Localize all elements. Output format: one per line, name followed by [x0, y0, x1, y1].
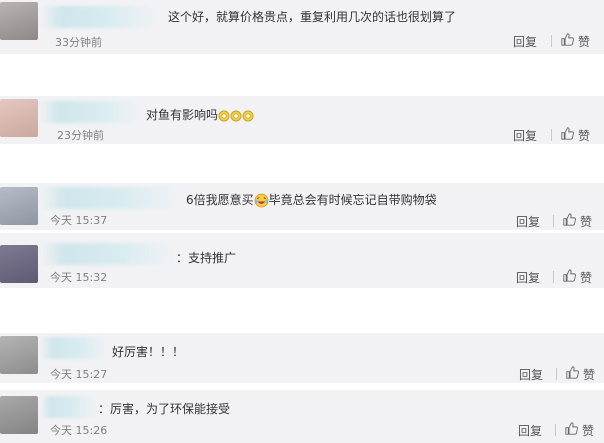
reply-button[interactable]: 回复	[513, 127, 537, 144]
comment-time: 23分钟前	[57, 129, 104, 142]
comment-text: ：厉害，为了环保能接受	[98, 402, 231, 416]
comment-item: ：支持推广 今天 15:32 回复 赞	[0, 233, 604, 288]
comment-text-before: 6倍我愿意买	[186, 193, 254, 207]
like-button[interactable]: 赞	[580, 213, 592, 230]
divider	[553, 271, 554, 283]
comment-item: 好厉害！！！ 今天 15:27 回复 赞	[0, 333, 604, 383]
avatar[interactable]	[0, 99, 38, 137]
reply-button[interactable]: 回复	[513, 33, 537, 50]
comment-time: 今天 15:32	[50, 271, 108, 284]
comment-time: 今天 15:26	[50, 424, 108, 437]
comment-item: ：厉害，为了环保能接受 今天 15:26 回复 赞	[0, 390, 604, 443]
thumbs-up-icon[interactable]	[566, 366, 579, 379]
avatar[interactable]	[0, 245, 38, 283]
comment-item: 对鱼有影响吗 23分钟前 回复 赞	[0, 96, 604, 144]
reply-button[interactable]: 回复	[516, 269, 540, 286]
divider	[556, 368, 557, 380]
thumbs-up-icon[interactable]	[563, 213, 576, 226]
comment-text: ：支持推广	[176, 251, 237, 265]
reply-button[interactable]: 回复	[516, 213, 540, 230]
reply-button[interactable]: 回复	[518, 422, 542, 439]
username-blurred[interactable]	[40, 187, 180, 209]
divider	[551, 35, 552, 47]
comment-time: 今天 15:37	[50, 214, 108, 227]
username-blurred[interactable]	[40, 337, 108, 359]
username-blurred[interactable]	[40, 396, 96, 418]
comment-item: 这个好，就算价格贵点，重复利用几次的话也很划算了 33分钟前 回复 赞	[0, 0, 604, 54]
divider	[555, 424, 556, 436]
thumbs-up-icon[interactable]	[565, 422, 578, 435]
like-button[interactable]: 赞	[582, 422, 594, 439]
comment-text: 好厉害！！！	[112, 345, 185, 359]
divider	[553, 215, 554, 227]
comment-text: 6倍我愿意买 毕竟总会有时候忘记自带购物袋	[186, 191, 437, 208]
comment-item: 6倍我愿意买 毕竟总会有时候忘记自带购物袋 今天 15:37 回复 赞	[0, 183, 604, 230]
avatar[interactable]	[0, 2, 38, 40]
comment-text-content: 对鱼有影响吗	[146, 108, 219, 122]
comment-text: 对鱼有影响吗	[146, 106, 254, 123]
thumbs-up-icon[interactable]	[563, 269, 576, 282]
comment-text-after: 毕竟总会有时候忘记自带购物袋	[268, 193, 437, 207]
like-button[interactable]: 赞	[583, 366, 595, 383]
ok-hands-emoji-icon	[218, 110, 254, 121]
avatar[interactable]	[0, 187, 38, 225]
thumbs-up-icon[interactable]	[561, 127, 574, 140]
laughing-tears-emoji-icon	[254, 193, 269, 208]
reply-button[interactable]: 回复	[519, 366, 543, 383]
like-button[interactable]: 赞	[578, 127, 590, 144]
like-button[interactable]: 赞	[580, 269, 592, 286]
comment-text: 这个好，就算价格贵点，重复利用几次的话也很划算了	[168, 10, 457, 24]
comment-time: 33分钟前	[55, 36, 102, 49]
username-blurred[interactable]	[40, 101, 140, 123]
username-blurred[interactable]	[40, 243, 174, 265]
comment-time: 今天 15:27	[50, 368, 108, 381]
avatar[interactable]	[0, 336, 38, 374]
username-blurred[interactable]	[40, 6, 158, 28]
divider	[551, 129, 552, 141]
avatar[interactable]	[0, 396, 38, 434]
like-button[interactable]: 赞	[578, 33, 590, 50]
thumbs-up-icon[interactable]	[561, 33, 574, 46]
